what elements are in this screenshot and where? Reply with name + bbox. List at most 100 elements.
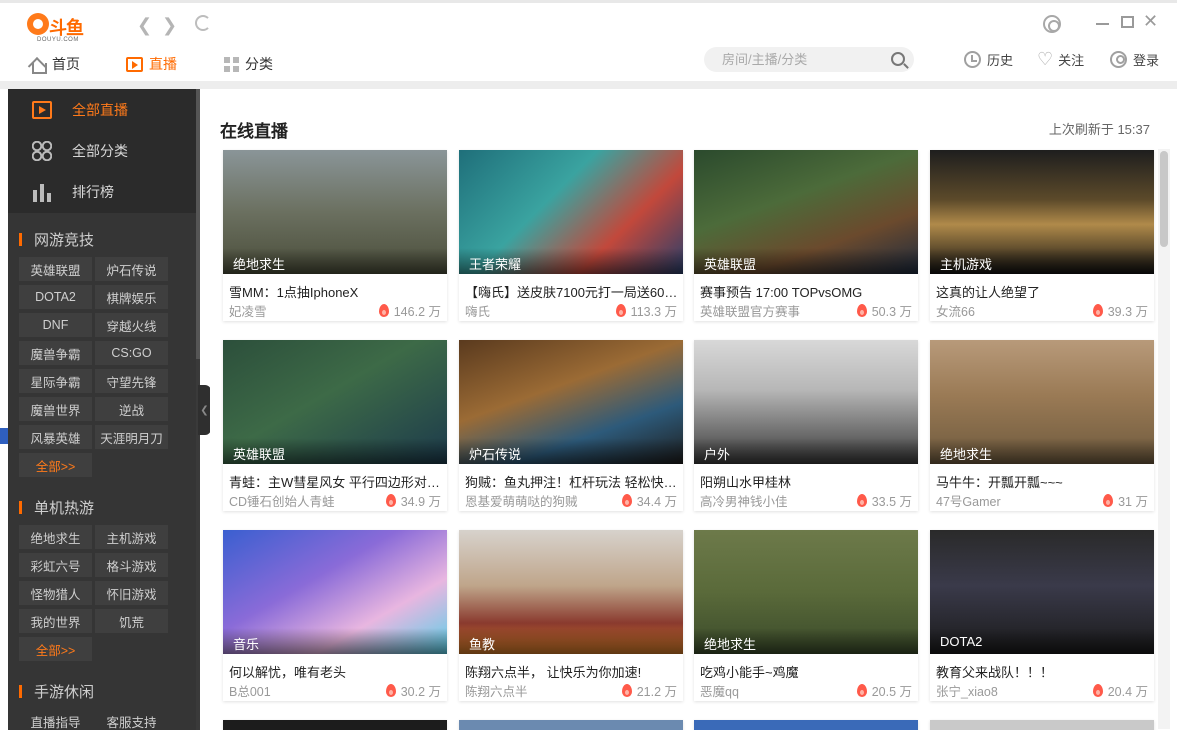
tag-item[interactable]: CS:GO: [95, 341, 168, 365]
live-room-card-partial[interactable]: [223, 720, 447, 730]
login-link[interactable]: 登录: [1110, 49, 1159, 69]
sidebar-item-ranking[interactable]: 排行榜: [8, 171, 200, 212]
stream-thumbnail[interactable]: 绝地求生: [930, 340, 1154, 464]
streamer-name[interactable]: 女流66: [936, 301, 975, 320]
tab-home[interactable]: 首页: [29, 52, 80, 76]
live-room-card[interactable]: 音乐 何以解忧，唯有老头 B总001 30.2 万: [223, 530, 447, 701]
tag-item[interactable]: 逆战: [95, 397, 168, 421]
stream-title[interactable]: 这真的让人绝望了: [936, 282, 1150, 301]
live-room-card[interactable]: 户外 阳朔山水甲桂林 高冷男神钱小佳 33.5 万: [694, 340, 918, 511]
tab-category[interactable]: 分类: [224, 52, 273, 76]
live-room-card-partial[interactable]: [930, 720, 1154, 730]
stream-thumbnail[interactable]: 鱼教: [459, 530, 683, 654]
stream-thumbnail[interactable]: 英雄联盟: [694, 150, 918, 274]
stream-thumbnail[interactable]: DOTA2: [930, 530, 1154, 654]
stream-thumbnail[interactable]: 户外: [694, 340, 918, 464]
tag-item[interactable]: 饥荒: [95, 609, 168, 633]
streamer-name[interactable]: 妃凌雪: [229, 301, 267, 320]
maximize-icon[interactable]: [1121, 16, 1134, 28]
tag-item[interactable]: 天涯明月刀: [95, 425, 168, 449]
live-room-card[interactable]: 绝地求生 吃鸡小能手~鸡魔 恶魔qq 20.5 万: [694, 530, 918, 701]
stream-thumbnail[interactable]: 王者荣耀: [459, 150, 683, 274]
tab-live[interactable]: 直播: [126, 52, 177, 76]
live-room-card[interactable]: 绝地求生 雪MM：1点抽IphoneX 妃凌雪 146.2 万: [223, 150, 447, 321]
refresh-icon[interactable]: [195, 15, 211, 31]
tag-item[interactable]: DNF: [19, 313, 92, 337]
live-room-card[interactable]: 英雄联盟 青蛙：主W彗星风女 平行四边形对线… CD锤石创始人青蛙 34.9 万: [223, 340, 447, 511]
streamer-name[interactable]: CD锤石创始人青蛙: [229, 491, 335, 510]
live-room-card[interactable]: 主机游戏 这真的让人绝望了 女流66 39.3 万: [930, 150, 1154, 321]
streamer-name[interactable]: 恩基爱萌萌哒的狗贼: [465, 491, 578, 510]
live-room-card-partial[interactable]: [459, 720, 683, 730]
streamer-name[interactable]: 恶魔qq: [700, 681, 739, 700]
show-all-link[interactable]: 全部>>: [19, 453, 92, 477]
stream-title[interactable]: 雪MM：1点抽IphoneX: [229, 282, 443, 301]
stream-thumbnail[interactable]: 绝地求生: [694, 530, 918, 654]
sidebar-item-all-live[interactable]: 全部直播: [8, 89, 200, 130]
tag-item[interactable]: 直播指导: [19, 709, 92, 730]
stream-title[interactable]: 何以解忧，唯有老头: [229, 662, 443, 681]
forward-arrow-icon[interactable]: ❯: [162, 15, 177, 36]
tag-item[interactable]: 风暴英雄: [19, 425, 92, 449]
live-room-card[interactable]: DOTA2 教育父来战队！！！ 张宁_xiao8 20.4 万: [930, 530, 1154, 701]
stream-thumbnail[interactable]: 主机游戏: [930, 150, 1154, 274]
stream-title[interactable]: 教育父来战队！！！: [936, 662, 1150, 681]
streamer-name[interactable]: 陈翔六点半: [465, 681, 528, 700]
stream-title[interactable]: 陈翔六点半， 让快乐为你加速!: [465, 662, 679, 681]
tag-item[interactable]: DOTA2: [19, 285, 92, 309]
show-all-link[interactable]: 全部>>: [19, 637, 92, 661]
tag-item[interactable]: 格斗游戏: [95, 553, 168, 577]
tag-item[interactable]: 我的世界: [19, 609, 92, 633]
history-link[interactable]: 历史: [964, 49, 1013, 69]
stream-title[interactable]: 赛事预告 17:00 TOPvsOMG: [700, 282, 914, 301]
tag-item[interactable]: 守望先锋: [95, 369, 168, 393]
streamer-name[interactable]: 高冷男神钱小佳: [700, 491, 788, 510]
stream-title[interactable]: 青蛙：主W彗星风女 平行四边形对线…: [229, 472, 443, 491]
streamer-name[interactable]: 张宁_xiao8: [936, 681, 998, 700]
search-input[interactable]: [722, 50, 882, 69]
live-room-card[interactable]: 绝地求生 马牛牛：开瓢开瓢~~~ 47号Gamer 31 万: [930, 340, 1154, 511]
close-icon[interactable]: ✕: [1143, 12, 1158, 30]
stream-title[interactable]: 【嗨氏】送皮肤7100元打一局送600元: [465, 282, 679, 301]
stream-thumbnail[interactable]: 炉石传说: [459, 340, 683, 464]
live-room-card[interactable]: 炉石传说 狗贼：鱼丸押注！杠杆玩法 轻松快乐！ 恩基爱萌萌哒的狗贼 34.4 万: [459, 340, 683, 511]
main-scrollbar[interactable]: [1158, 149, 1170, 729]
settings-gear-icon[interactable]: [1043, 15, 1061, 33]
search-icon[interactable]: [891, 52, 905, 66]
streamer-name[interactable]: B总001: [229, 681, 271, 700]
stream-thumbnail[interactable]: 绝地求生: [223, 150, 447, 274]
stream-title[interactable]: 阳朔山水甲桂林: [700, 472, 914, 491]
sidebar-item-all-categories[interactable]: 全部分类: [8, 130, 200, 171]
streamer-name[interactable]: 英雄联盟官方赛事: [700, 301, 800, 320]
streamer-name[interactable]: 47号Gamer: [936, 491, 1001, 510]
tag-item[interactable]: 星际争霸: [19, 369, 92, 393]
tag-item[interactable]: 炉石传说: [95, 257, 168, 281]
scrollbar-thumb[interactable]: [1160, 151, 1168, 247]
stream-thumbnail[interactable]: 音乐: [223, 530, 447, 654]
tag-item[interactable]: 主机游戏: [95, 525, 168, 549]
stream-thumbnail[interactable]: 英雄联盟: [223, 340, 447, 464]
streamer-name[interactable]: 嗨氏: [465, 301, 490, 320]
live-room-card[interactable]: 王者荣耀 【嗨氏】送皮肤7100元打一局送600元 嗨氏 113.3 万: [459, 150, 683, 321]
tag-item[interactable]: 英雄联盟: [19, 257, 92, 281]
tag-item[interactable]: 棋牌娱乐: [95, 285, 168, 309]
tag-item[interactable]: 魔兽世界: [19, 397, 92, 421]
tag-item[interactable]: 魔兽争霸: [19, 341, 92, 365]
tag-item[interactable]: 穿越火线: [95, 313, 168, 337]
tag-item[interactable]: 怪物猎人: [19, 581, 92, 605]
stream-title[interactable]: 吃鸡小能手~鸡魔: [700, 662, 914, 681]
tag-item[interactable]: 客服支持: [95, 709, 168, 730]
live-room-card[interactable]: 鱼教 陈翔六点半， 让快乐为你加速! 陈翔六点半 21.2 万: [459, 530, 683, 701]
tag-item[interactable]: 彩虹六号: [19, 553, 92, 577]
follow-link[interactable]: ♡ 关注: [1037, 49, 1084, 69]
minimize-icon[interactable]: [1096, 23, 1109, 25]
stream-title[interactable]: 狗贼：鱼丸押注！杠杆玩法 轻松快乐！: [465, 472, 679, 491]
search-box[interactable]: [704, 47, 914, 72]
tag-item[interactable]: 绝地求生: [19, 525, 92, 549]
stream-title[interactable]: 马牛牛：开瓢开瓢~~~: [936, 472, 1150, 491]
live-room-card[interactable]: 英雄联盟 赛事预告 17:00 TOPvsOMG 英雄联盟官方赛事 50.3 万: [694, 150, 918, 321]
live-room-card-partial[interactable]: [694, 720, 918, 730]
douyu-logo[interactable]: 斗鱼 DOUYU.COM: [27, 13, 87, 43]
tag-item[interactable]: 怀旧游戏: [95, 581, 168, 605]
back-arrow-icon[interactable]: ❮: [137, 15, 152, 36]
